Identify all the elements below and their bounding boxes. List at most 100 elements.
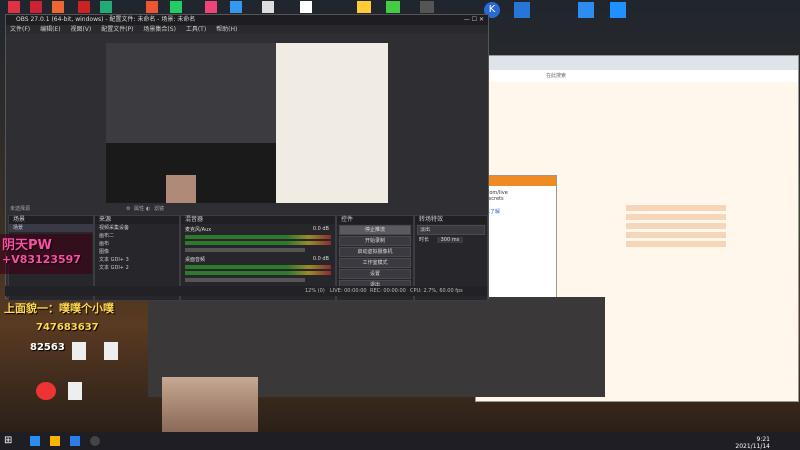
- volume-meter: [185, 235, 331, 239]
- clock[interactable]: 9:21 2021/11/14: [735, 436, 770, 450]
- app-icon[interactable]: [78, 1, 90, 13]
- channel-db: 0.0 dB: [312, 226, 329, 232]
- menu-help[interactable]: 帮助(H): [216, 26, 237, 33]
- stream-key-dialog[interactable]: .com/live Secrets 已了解: [480, 175, 557, 302]
- cpu-usage: CPU: 2.7%, 60.00 fps: [410, 288, 463, 294]
- app-icon[interactable]: [300, 1, 312, 13]
- controls-header: 控件: [337, 216, 413, 224]
- volume-slider[interactable]: [185, 248, 305, 252]
- studio-mode-button[interactable]: 工作室模式: [339, 258, 411, 268]
- menu-file[interactable]: 文件(F): [10, 26, 30, 33]
- filters-button[interactable]: 滤镜: [154, 205, 164, 214]
- scene-item[interactable]: 场景: [9, 224, 93, 232]
- sources-header: 来源: [95, 216, 179, 224]
- obs-menubar: 文件(F) 编辑(E) 视图(V) 配置文件(P) 场景集合(S) 工具(T) …: [6, 25, 488, 34]
- source-item[interactable]: 文本 GDI+ 2: [95, 264, 179, 272]
- app-icon[interactable]: [100, 1, 112, 13]
- app-icon[interactable]: [514, 2, 530, 18]
- app-icon[interactable]: [386, 1, 400, 13]
- app-icon[interactable]: [420, 1, 434, 13]
- start-recording-button[interactable]: 开始录制: [339, 236, 411, 246]
- volume-meter: [185, 265, 331, 269]
- source-item[interactable]: 画布二: [95, 232, 179, 240]
- overlay-box: 阴天PW +V83123597: [0, 234, 92, 274]
- properties-button[interactable]: 属性: [134, 205, 144, 214]
- no-source-label: 未选择源: [10, 206, 31, 212]
- scenes-header: 场景: [9, 216, 93, 224]
- menu-edit[interactable]: 编辑(E): [40, 26, 60, 33]
- browser-tab-strip[interactable]: [476, 56, 798, 70]
- app-icon[interactable]: [610, 2, 626, 18]
- dialog-link[interactable]: 已了解: [485, 208, 552, 215]
- overlay-count: 82563: [30, 342, 65, 353]
- webcam-feed: [162, 377, 258, 432]
- preview-browser: [276, 43, 388, 203]
- obs-titlebar: OBS 27.0.1 (64-bit, windows) - 配置文件: 未命名…: [6, 15, 488, 25]
- live-timer: LIVE: 00:00:00: [330, 288, 367, 294]
- transition-select[interactable]: 淡出: [417, 225, 485, 235]
- preview-nested-obs: [106, 43, 276, 143]
- text-file-icon[interactable]: [68, 382, 82, 400]
- chat-line: [626, 232, 726, 238]
- overlay-number: 747683637: [36, 322, 99, 333]
- overlay-name: 阴天PW: [2, 238, 52, 253]
- mixer-channel: 桌面音频 0.0 dB: [181, 256, 335, 263]
- netease-music-icon[interactable]: [36, 382, 56, 400]
- chat-line: [626, 214, 726, 220]
- file-icon[interactable]: [104, 342, 118, 360]
- source-toolbar: 未选择源 ⚙ 属性 ◐ 滤镜: [6, 205, 488, 214]
- taskbar: ⊞ 9:21 2021/11/14: [0, 432, 800, 450]
- app-icon[interactable]: [146, 1, 158, 13]
- desktop-icon-row: K: [0, 0, 800, 18]
- virtual-camera-button[interactable]: 启动虚拟摄像机: [339, 247, 411, 257]
- app-icon[interactable]: [230, 1, 242, 13]
- app-icon[interactable]: [170, 1, 182, 13]
- clock-date: 2021/11/14: [735, 443, 770, 450]
- gear-icon[interactable]: ⚙: [126, 205, 130, 214]
- overlay-contact: +V83123597: [2, 253, 81, 266]
- app-icon[interactable]: [8, 1, 20, 13]
- source-item[interactable]: 画布: [95, 240, 179, 248]
- taskbar-app-icon[interactable]: [46, 432, 64, 450]
- chat-line: [626, 223, 726, 229]
- app-icon[interactable]: [357, 1, 371, 13]
- file-icon[interactable]: [72, 342, 86, 360]
- preview-canvas[interactable]: [106, 43, 388, 203]
- chat-line: [626, 241, 726, 247]
- app-icon[interactable]: [30, 1, 42, 13]
- window-title: OBS 27.0.1 (64-bit, windows) - 配置文件: 未命名…: [16, 16, 196, 23]
- dialog-line: Secrets: [485, 196, 504, 202]
- rec-timer: REC: 00:00:00: [370, 288, 406, 294]
- obs-statusbar: 12% (0) LIVE: 00:00:00 REC: 00:00:00 CPU…: [5, 286, 487, 296]
- menu-scene-collection[interactable]: 场景集合(S): [143, 26, 176, 33]
- source-item[interactable]: 文本 GDI+ 3: [95, 256, 179, 264]
- menu-tools[interactable]: 工具(T): [186, 26, 206, 33]
- settings-button[interactable]: 设置: [339, 269, 411, 279]
- dialog-header: [481, 176, 556, 186]
- app-icon[interactable]: [578, 2, 594, 18]
- obs-taskbar-icon[interactable]: [86, 432, 104, 450]
- mixer-channel: 麦克风/Aux 0.0 dB: [181, 226, 335, 233]
- taskbar-app-icon[interactable]: [26, 432, 44, 450]
- chat-line: [626, 205, 726, 211]
- menu-profile[interactable]: 配置文件(P): [101, 26, 133, 33]
- app-icon[interactable]: [52, 1, 64, 13]
- volume-slider[interactable]: [185, 278, 305, 282]
- chat-panel: [626, 202, 726, 382]
- search-box[interactable]: 在此搜索: [476, 73, 566, 79]
- window-controls[interactable]: — ☐ ✕: [464, 15, 484, 25]
- windows-start-icon[interactable]: ⊞: [4, 432, 22, 450]
- taskbar-app-icon[interactable]: [66, 432, 84, 450]
- source-item[interactable]: 图像: [95, 248, 179, 256]
- channel-name: 麦克风/Aux: [185, 227, 212, 233]
- app-icon[interactable]: [262, 1, 274, 13]
- transitions-header: 转场特效: [415, 216, 487, 224]
- source-item[interactable]: 视频采集设备: [95, 224, 179, 232]
- stop-streaming-button[interactable]: 停止推流: [339, 225, 411, 235]
- dialog-body: .com/live Secrets 已了解: [481, 186, 556, 219]
- menu-view[interactable]: 视图(V): [70, 26, 91, 33]
- app-icon[interactable]: [205, 1, 217, 13]
- volume-meter: [185, 271, 331, 275]
- filter-icon[interactable]: ◐: [146, 205, 150, 214]
- duration-input[interactable]: 300 ms: [436, 237, 464, 243]
